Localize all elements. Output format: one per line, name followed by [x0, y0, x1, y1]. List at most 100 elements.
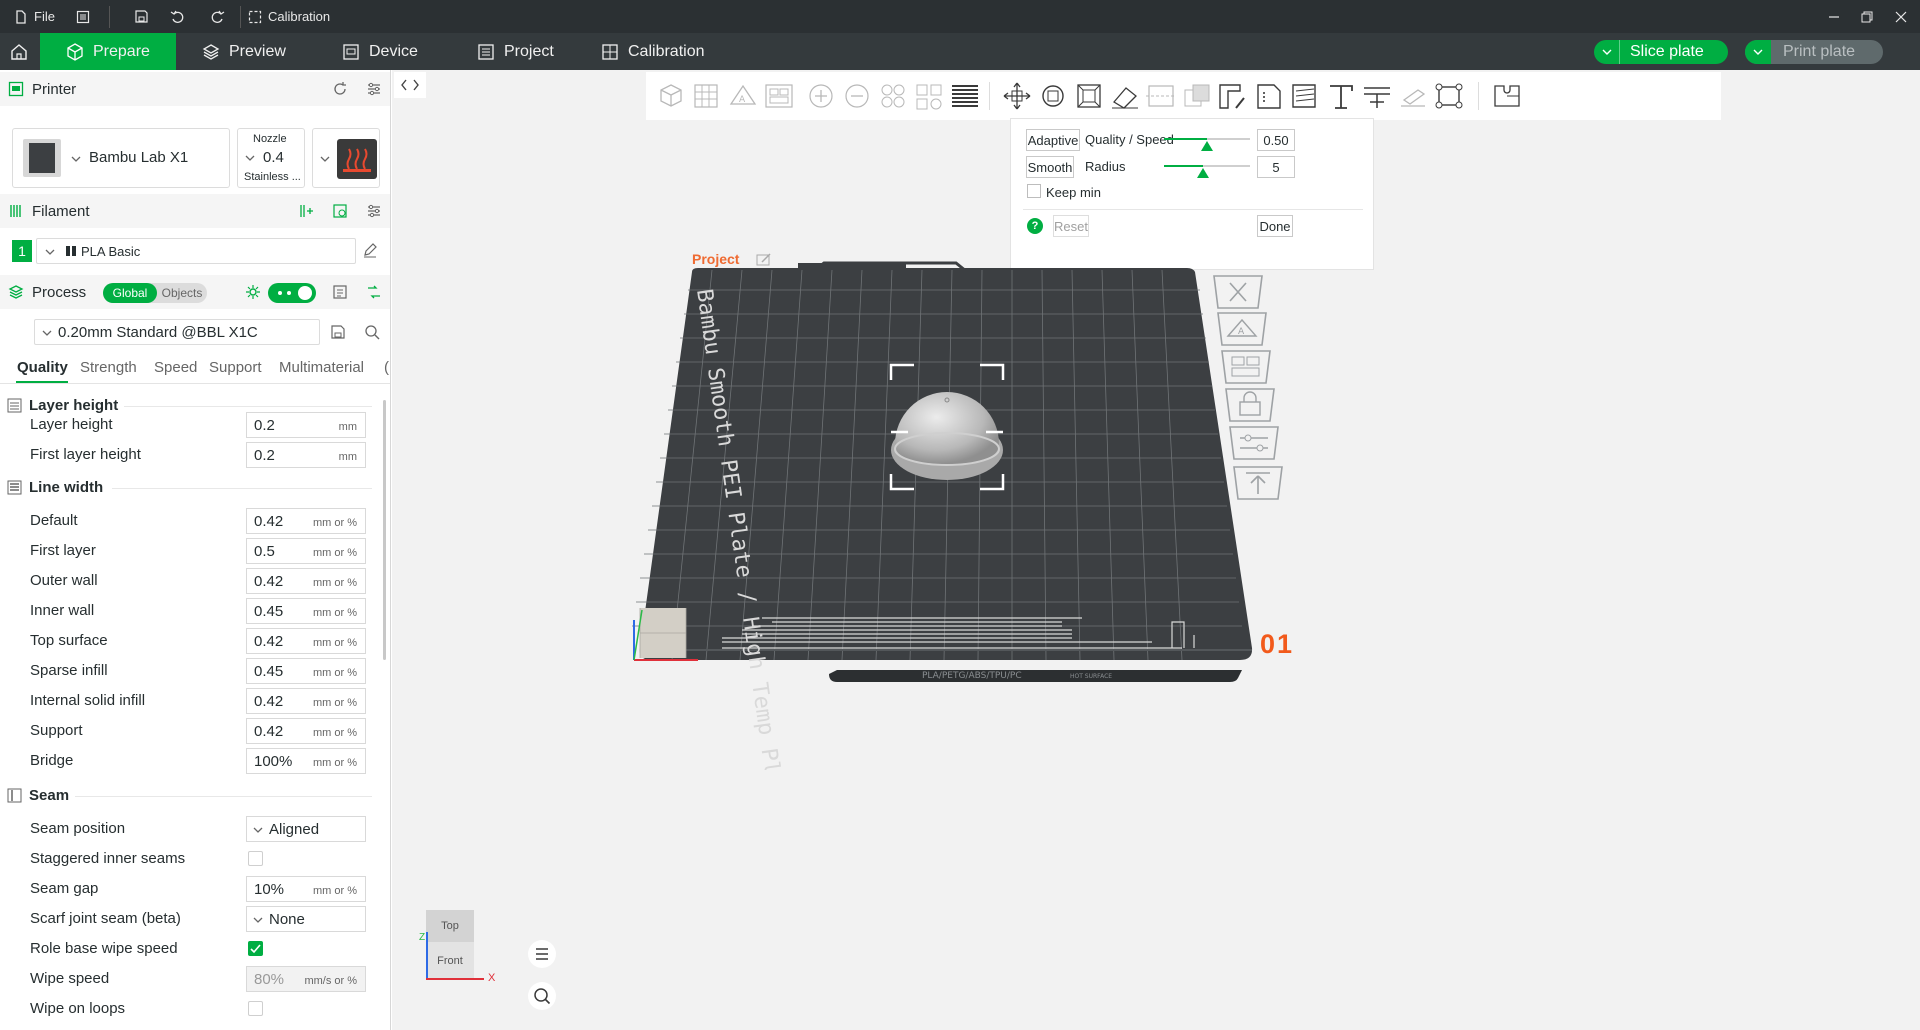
filament-selector[interactable]: PLA Basic	[36, 238, 356, 264]
calibration-menu[interactable]: Calibration	[248, 0, 330, 33]
arrange-icon[interactable]	[762, 80, 796, 112]
staggered-checkbox[interactable]	[248, 851, 263, 866]
menu-icon[interactable]	[76, 0, 90, 33]
tab-preview[interactable]: Preview	[176, 33, 311, 70]
rotate-icon[interactable]	[1036, 80, 1070, 112]
view-cube-top[interactable]: Top	[426, 910, 474, 942]
close-icon[interactable]	[1895, 0, 1907, 33]
adaptive-button[interactable]: Adaptive	[1026, 129, 1080, 151]
tab-device[interactable]: Device	[316, 33, 446, 70]
seam-position-dropdown[interactable]: Aligned	[246, 816, 366, 842]
settings-scrollbar[interactable]	[383, 400, 386, 660]
toggle-global[interactable]: Global	[103, 283, 157, 303]
line-width-input[interactable]: 100% mm or %	[246, 748, 366, 774]
toggle-objects[interactable]: Objects	[158, 283, 206, 303]
scarf-dropdown[interactable]: None	[246, 906, 366, 932]
file-menu[interactable]: File	[14, 0, 55, 33]
plate-type-selector[interactable]	[312, 128, 380, 188]
sync-filament-icon[interactable]	[332, 203, 348, 219]
variable-layer-height-icon[interactable]	[948, 80, 982, 112]
scale-icon[interactable]	[1072, 80, 1106, 112]
edit-icon[interactable]	[756, 253, 772, 267]
wipe-speed-input[interactable]: 80% mm/s or %	[246, 966, 366, 992]
tab-project[interactable]: Project	[451, 33, 581, 70]
split-objects-icon[interactable]	[876, 80, 910, 112]
seam-gap-input[interactable]: 10% mm or %	[246, 876, 366, 902]
process-list-icon[interactable]	[332, 284, 348, 300]
redo-icon[interactable]	[210, 0, 225, 33]
view-menu-button[interactable]	[528, 940, 556, 968]
radius-input[interactable]: 5	[1257, 156, 1295, 178]
zoom-button[interactable]	[528, 982, 556, 1010]
chevron-down-icon[interactable]	[1594, 40, 1620, 64]
minimize-icon[interactable]	[1828, 0, 1840, 33]
puzzle-icon[interactable]	[1490, 80, 1524, 112]
chevron-down-icon[interactable]	[1745, 40, 1771, 64]
print-plate-button[interactable]: Print plate	[1745, 40, 1883, 64]
edit-icon[interactable]	[362, 242, 378, 258]
global-objects-toggle[interactable]: Global Objects	[103, 283, 207, 303]
line-width-input[interactable]: 0.45 mm or %	[246, 598, 366, 624]
orient-icon[interactable]: A	[726, 80, 760, 112]
settings-sliders-icon[interactable]	[366, 81, 382, 97]
measure-icon[interactable]	[1360, 80, 1394, 112]
assemble-icon[interactable]	[1396, 80, 1430, 112]
split-parts-icon[interactable]	[912, 80, 946, 112]
text-icon[interactable]	[1324, 80, 1358, 112]
radius-slider[interactable]	[1164, 165, 1250, 178]
quality-speed-slider[interactable]	[1164, 138, 1250, 151]
advanced-toggle[interactable]	[268, 283, 316, 303]
selected-object[interactable]	[886, 360, 1008, 494]
support-paint-icon[interactable]	[1216, 80, 1250, 112]
refresh-icon[interactable]	[332, 81, 348, 97]
keep-min-checkbox[interactable]	[1027, 184, 1041, 198]
add-instance-icon[interactable]	[804, 80, 838, 112]
orient-plate-icon[interactable]: A	[1214, 310, 1270, 348]
seam-paint-icon[interactable]	[1252, 80, 1286, 112]
view-cube-front[interactable]: Front	[426, 942, 474, 980]
line-width-input[interactable]: 0.42 mm or %	[246, 628, 366, 654]
advanced-gear-icon[interactable]	[245, 284, 261, 300]
save-preset-icon[interactable]	[330, 324, 346, 340]
layer-height-input[interactable]: 0.2 mm	[246, 412, 366, 438]
3d-viewport[interactable]: A Adaptive Quality / Speed 0.50 Smooth R…	[392, 70, 1920, 1030]
wipe-loops-checkbox[interactable]	[248, 1001, 263, 1016]
home-button[interactable]	[0, 33, 40, 70]
tab-multimaterial[interactable]: Multimaterial	[279, 359, 364, 376]
boolean-icon[interactable]	[1180, 80, 1214, 112]
role-wipe-checkbox[interactable]	[248, 941, 263, 956]
first-layer-height-input[interactable]: 0.2 mm	[246, 442, 366, 468]
save-icon[interactable]	[134, 0, 149, 33]
compare-icon[interactable]	[366, 284, 382, 300]
maximize-icon[interactable]	[1861, 0, 1873, 33]
line-width-input[interactable]: 0.42 mm or %	[246, 718, 366, 744]
smooth-button[interactable]: Smooth	[1026, 156, 1074, 178]
tab-support[interactable]: Support	[209, 359, 262, 376]
add-filament-icon[interactable]	[298, 203, 314, 219]
line-width-input[interactable]: 0.42 mm or %	[246, 508, 366, 534]
printer-selector[interactable]: Bambu Lab X1	[12, 128, 230, 188]
tab-speed[interactable]: Speed	[154, 359, 197, 376]
plate-settings-icon[interactable]	[1226, 424, 1282, 462]
process-preset-selector[interactable]: 0.20mm Standard @BBL X1C	[34, 319, 320, 345]
tab-strength[interactable]: Strength	[80, 359, 137, 376]
nozzle-selector[interactable]: Nozzle 0.4 Stainless ...	[237, 128, 305, 188]
done-button[interactable]: Done	[1257, 215, 1293, 237]
line-width-input[interactable]: 0.42 mm or %	[246, 688, 366, 714]
fuzzy-skin-icon[interactable]	[1288, 80, 1322, 112]
brim-ears-icon[interactable]	[1432, 80, 1466, 112]
slice-plate-button[interactable]: Slice plate	[1594, 40, 1728, 64]
filament-slot-badge[interactable]: 1	[12, 240, 32, 262]
tab-prepare[interactable]: Prepare	[40, 33, 176, 70]
quality-speed-input[interactable]: 0.50	[1257, 129, 1295, 151]
search-icon[interactable]	[364, 324, 380, 340]
tab-calibration[interactable]: Calibration	[575, 33, 735, 70]
line-width-input[interactable]: 0.45 mm or %	[246, 658, 366, 684]
line-width-input[interactable]: 0.42 mm or %	[246, 568, 366, 594]
undo-icon[interactable]	[170, 0, 185, 33]
slider-thumb-icon[interactable]	[1201, 141, 1213, 151]
settings-sliders-icon[interactable]	[366, 203, 382, 219]
add-plate-icon[interactable]	[690, 80, 724, 112]
slider-thumb-icon[interactable]	[1197, 168, 1209, 178]
move-to-top-icon[interactable]	[1230, 464, 1286, 502]
